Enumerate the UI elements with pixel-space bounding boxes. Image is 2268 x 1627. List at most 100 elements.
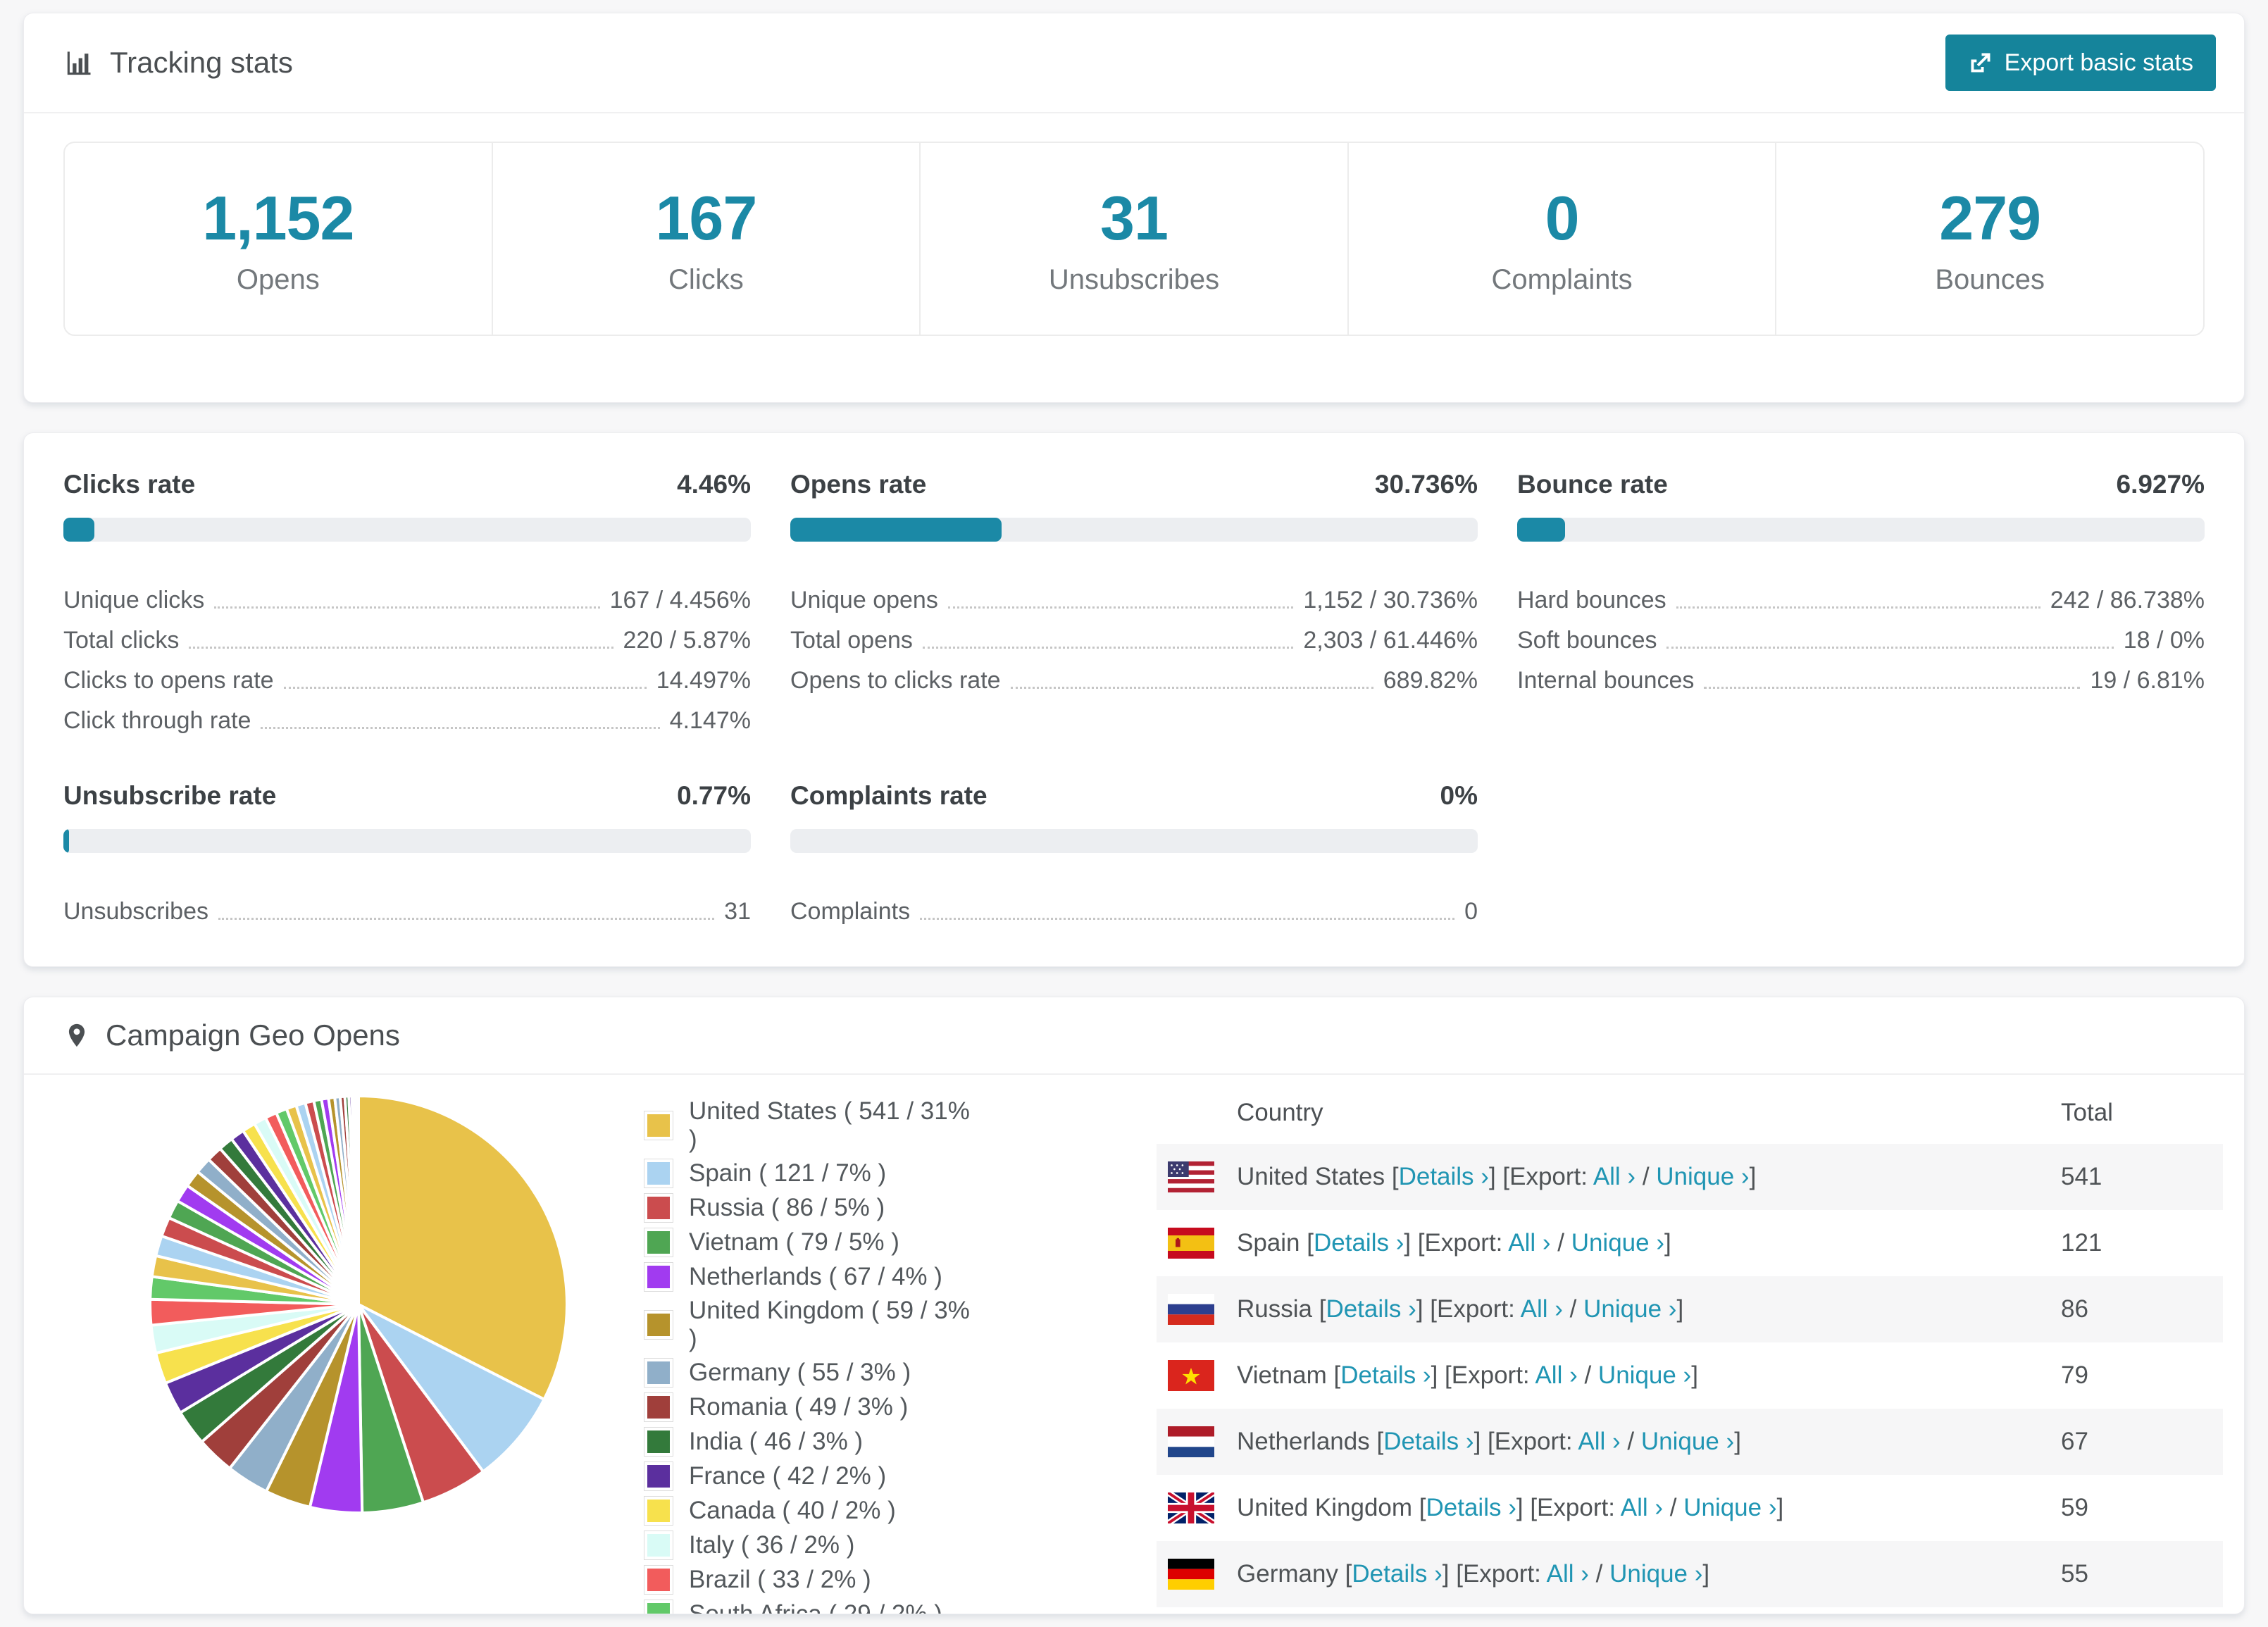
export-all-link[interactable]: All ›: [1578, 1428, 1620, 1455]
details-link[interactable]: Details ›: [1326, 1295, 1416, 1323]
rate-block-header: Complaints rate 0%: [790, 781, 1478, 811]
legend-label: Italy ( 36 / 2% ): [689, 1531, 854, 1559]
legend-item[interactable]: Netherlands ( 67 / 4% ): [644, 1262, 975, 1292]
details-link[interactable]: Details ›: [1426, 1494, 1516, 1521]
legend-item[interactable]: India ( 46 / 3% ): [644, 1427, 975, 1457]
country-name: Germany: [1237, 1560, 1338, 1588]
stat-clicks: 167 Clicks: [492, 143, 920, 335]
export-all-link[interactable]: All ›: [1535, 1361, 1577, 1389]
geo-table: Country Total United States [Details ›] …: [1157, 1082, 2223, 1614]
rate-block: Complaints rate 0% Complaints 0: [790, 781, 1478, 925]
export-all-link[interactable]: All ›: [1547, 1560, 1589, 1588]
rate-block-header: Bounce rate 6.927%: [1517, 470, 2205, 499]
dotted-leader: [1704, 687, 2080, 689]
details-link[interactable]: Details ›: [1352, 1560, 1442, 1588]
dotted-leader: [923, 647, 1293, 649]
legend-item[interactable]: Germany ( 55 / 3% ): [644, 1358, 975, 1388]
export-all-link[interactable]: All ›: [1508, 1229, 1550, 1257]
legend-swatch: [644, 1159, 673, 1188]
legend-label: Canada ( 40 / 2% ): [689, 1497, 896, 1525]
bar-chart-icon: [63, 47, 94, 78]
stat-complaints: 0 Complaints: [1347, 143, 1776, 335]
rate-title: Unsubscribe rate: [63, 781, 276, 811]
legend-item[interactable]: Russia ( 86 / 5% ): [644, 1193, 975, 1223]
country-total: 121: [2061, 1229, 2223, 1257]
details-link[interactable]: Details ›: [1399, 1163, 1489, 1190]
export-unique-link[interactable]: Unique ›: [1683, 1494, 1776, 1521]
legend-item[interactable]: Romania ( 49 / 3% ): [644, 1392, 975, 1422]
rate-value: 0.77%: [677, 781, 751, 811]
export-unique-link[interactable]: Unique ›: [1656, 1163, 1749, 1190]
geo-table-row: Russia [Details ›] [Export: All › / Uniq…: [1157, 1276, 2223, 1342]
legend-label: France ( 42 / 2% ): [689, 1462, 886, 1490]
export-unique-link[interactable]: Unique ›: [1598, 1361, 1691, 1389]
details-link[interactable]: Details ›: [1314, 1229, 1404, 1257]
legend-item[interactable]: France ( 42 / 2% ): [644, 1461, 975, 1491]
legend-item[interactable]: Brazil ( 33 / 2% ): [644, 1565, 975, 1595]
country-cell: Netherlands [Details ›] [Export: All › /…: [1237, 1428, 2061, 1456]
details-link[interactable]: Details ›: [1383, 1428, 1473, 1455]
legend-label: Romania ( 49 / 3% ): [689, 1393, 908, 1421]
dotted-leader: [218, 918, 714, 920]
export-all-link[interactable]: All ›: [1593, 1163, 1635, 1190]
export-unique-link[interactable]: Unique ›: [1641, 1428, 1734, 1455]
rates-grid: Clicks rate 4.46% Unique clicks 167 / 4.…: [24, 433, 2244, 966]
progress-bar: [1517, 518, 2205, 542]
column-header-total: Total: [2061, 1099, 2223, 1127]
rate-stat-row: Internal bounces 19 / 6.81%: [1517, 654, 2205, 694]
export-unique-link[interactable]: Unique ›: [1609, 1560, 1702, 1588]
rate-stat-value: 19 / 6.81%: [2090, 667, 2205, 694]
legend-label: Vietnam ( 79 / 5% ): [689, 1228, 899, 1257]
rate-stat-row: Soft bounces 18 / 0%: [1517, 614, 2205, 654]
flag-de-icon: [1168, 1559, 1214, 1590]
export-unique-link[interactable]: Unique ›: [1583, 1295, 1676, 1323]
legend-item[interactable]: Spain ( 121 / 7% ): [644, 1159, 975, 1188]
flag-nl-icon: [1168, 1426, 1214, 1457]
geo-table-row: United Kingdom [Details ›] [Export: All …: [1157, 1475, 2223, 1541]
progress-bar: [790, 518, 1478, 542]
export-all-link[interactable]: All ›: [1621, 1494, 1663, 1521]
geo-table-body: United States [Details ›] [Export: All ›…: [1157, 1144, 2223, 1607]
export-all-link[interactable]: All ›: [1521, 1295, 1563, 1323]
rate-stat-value: 2,303 / 61.446%: [1303, 627, 1478, 654]
details-link[interactable]: Details ›: [1340, 1361, 1431, 1389]
rate-stat-row: Click through rate 4.147%: [63, 694, 751, 735]
rate-stat-value: 220 / 5.87%: [623, 627, 751, 654]
geo-table-row: Germany [Details ›] [Export: All › / Uni…: [1157, 1541, 2223, 1607]
flag-es-icon: [1168, 1228, 1214, 1259]
legend-label: South Africa ( 29 / 2% ): [689, 1600, 942, 1614]
export-unique-link[interactable]: Unique ›: [1571, 1229, 1664, 1257]
country-total: 59: [2061, 1494, 2223, 1522]
legend-label: India ( 46 / 3% ): [689, 1428, 863, 1456]
rate-stat-label: Total opens: [790, 627, 913, 654]
legend-item[interactable]: Vietnam ( 79 / 5% ): [644, 1228, 975, 1257]
rate-stat-label: Unique opens: [790, 587, 938, 614]
legend-item[interactable]: United States ( 541 / 31% ): [644, 1097, 975, 1154]
rate-stat-row: Unsubscribes 31: [63, 885, 751, 925]
country-cell: Vietnam [Details ›] [Export: All › / Uni…: [1237, 1361, 2061, 1390]
rate-stat-label: Hard bounces: [1517, 587, 1666, 614]
country-cell: Germany [Details ›] [Export: All › / Uni…: [1237, 1560, 2061, 1588]
rate-stat-label: Internal bounces: [1517, 667, 1694, 694]
dotted-leader: [214, 606, 599, 609]
geo-table-header: Country Total: [1157, 1082, 2223, 1144]
geo-table-row: Vietnam [Details ›] [Export: All › / Uni…: [1157, 1342, 2223, 1409]
country-name: United Kingdom: [1237, 1494, 1412, 1521]
flag-us-icon: [1168, 1161, 1214, 1192]
stat-value: 0: [1545, 182, 1579, 254]
legend-swatch: [644, 1496, 673, 1526]
legend-item[interactable]: Canada ( 40 / 2% ): [644, 1496, 975, 1526]
country-name: Russia: [1237, 1295, 1312, 1323]
country-total: 541: [2061, 1163, 2223, 1191]
page: Tracking stats Export basic stats 1,152 …: [0, 0, 2268, 1627]
legend-item[interactable]: South Africa ( 29 / 2% ): [644, 1600, 975, 1614]
legend-item[interactable]: United Kingdom ( 59 / 3% ): [644, 1297, 975, 1353]
export-basic-stats-button[interactable]: Export basic stats: [1945, 35, 2216, 91]
stats-summary-row: 1,152 Opens 167 Clicks 31 Unsubscribes 0…: [63, 142, 2205, 336]
rate-block: Unsubscribe rate 0.77% Unsubscribes 31: [63, 781, 751, 925]
rate-stat-label: Clicks to opens rate: [63, 667, 274, 694]
legend-item[interactable]: Italy ( 36 / 2% ): [644, 1531, 975, 1560]
stat-label: Bounces: [1935, 264, 2045, 296]
rate-stat-value: 0: [1464, 898, 1478, 925]
country-cell: United Kingdom [Details ›] [Export: All …: [1237, 1494, 2061, 1522]
